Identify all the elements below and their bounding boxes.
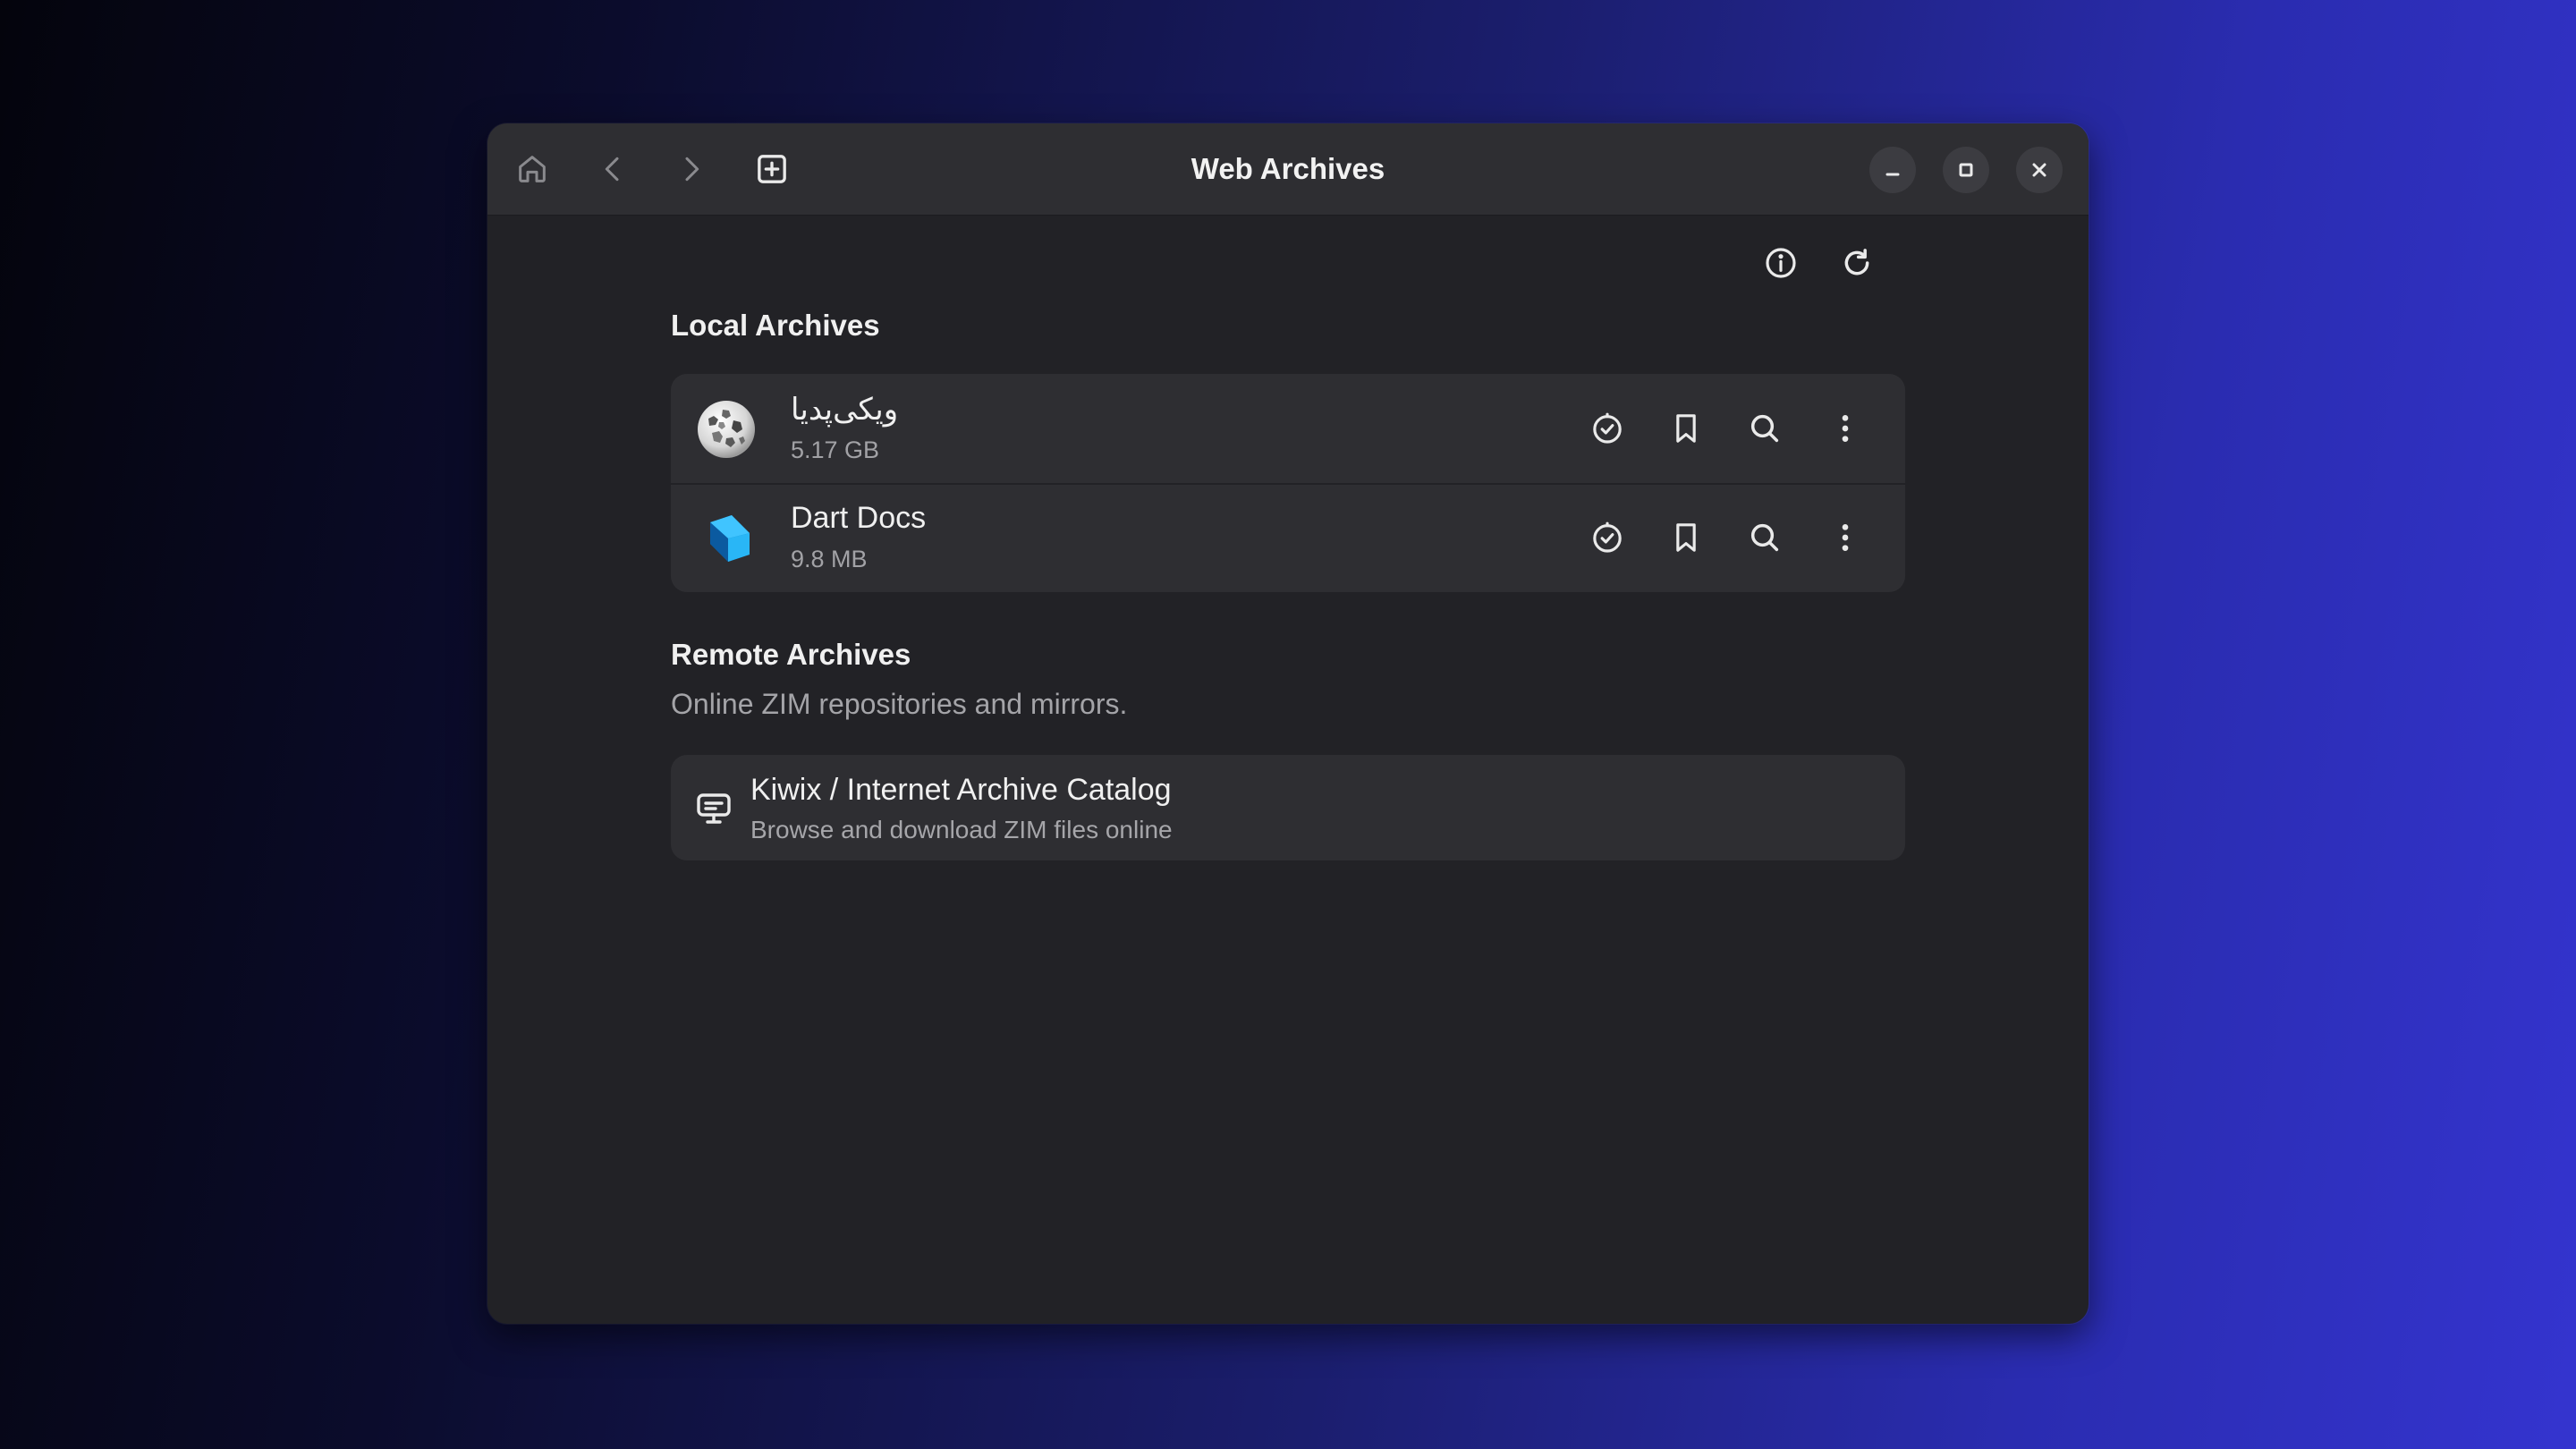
archive-size: 5.17 GB [791, 436, 880, 463]
forward-icon [674, 151, 709, 187]
bookmark-icon [1668, 411, 1704, 446]
archive-row-wikipedia[interactable]: ویکی‌پدیا 5.17 GB [671, 374, 1905, 483]
maximize-icon [1955, 159, 1977, 181]
close-icon [2029, 159, 2050, 181]
archive-name: ویکی‌پدیا [791, 393, 899, 427]
app-window: Web Archives Local Ar [487, 123, 2089, 1324]
archive-name: Dart Docs [791, 501, 927, 535]
more-vertical-icon [1827, 411, 1863, 446]
back-button[interactable] [586, 142, 640, 196]
remote-archives-title: Remote Archives [671, 638, 911, 671]
bookmarks-button[interactable] [1659, 402, 1713, 455]
check-archive-button[interactable] [1580, 402, 1634, 455]
check-archive-button[interactable] [1580, 511, 1634, 564]
catalog-icon [692, 787, 735, 830]
home-icon [514, 151, 550, 187]
dart-logo-icon [696, 508, 757, 569]
more-vertical-icon [1827, 520, 1863, 555]
home-button[interactable] [505, 142, 559, 196]
minimize-icon [1882, 159, 1903, 181]
bookmark-icon [1668, 520, 1704, 555]
forward-button[interactable] [665, 142, 718, 196]
new-tab-button[interactable] [745, 142, 799, 196]
remote-archives-list: Kiwix / Internet Archive Catalog Browse … [671, 755, 1905, 860]
check-circle-icon [1589, 411, 1625, 446]
more-options-button[interactable] [1818, 511, 1872, 564]
search-icon [1747, 520, 1783, 555]
archive-size: 9.8 MB [791, 546, 868, 572]
bookmarks-button[interactable] [1659, 511, 1713, 564]
refresh-button[interactable] [1832, 238, 1882, 288]
more-options-button[interactable] [1818, 402, 1872, 455]
remote-archives-subtitle: Online ZIM repositories and mirrors. [671, 688, 1128, 720]
wikipedia-globe-icon [696, 399, 757, 460]
maximize-button[interactable] [1943, 147, 1989, 193]
catalog-row[interactable]: Kiwix / Internet Archive Catalog Browse … [671, 755, 1905, 860]
search-archive-button[interactable] [1738, 402, 1792, 455]
info-icon [1763, 245, 1799, 281]
back-icon [595, 151, 631, 187]
check-circle-icon [1589, 520, 1625, 555]
close-button[interactable] [2016, 147, 2063, 193]
archive-row-dart-docs[interactable]: Dart Docs 9.8 MB [671, 483, 1905, 592]
local-archives-title: Local Archives [671, 309, 880, 342]
minimize-button[interactable] [1869, 147, 1916, 193]
info-button[interactable] [1756, 238, 1806, 288]
local-archives-list: ویکی‌پدیا 5.17 GB [671, 374, 1905, 592]
new-tab-icon [754, 151, 790, 187]
window-title: Web Archives [1191, 152, 1385, 185]
catalog-subtitle: Browse and download ZIM files online [750, 816, 1173, 843]
row-divider [671, 483, 1905, 485]
search-archive-button[interactable] [1738, 511, 1792, 564]
refresh-icon [1839, 245, 1875, 281]
header-bar: Web Archives [487, 123, 2089, 216]
catalog-title: Kiwix / Internet Archive Catalog [750, 773, 1172, 807]
search-icon [1747, 411, 1783, 446]
